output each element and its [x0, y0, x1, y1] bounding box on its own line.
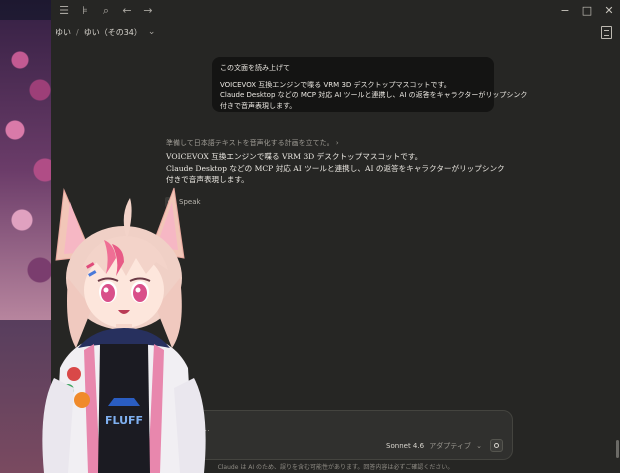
- user-message-line: VOICEVOX 互換エンジンで喋る VRM 3D デスクトップマスコットです。: [220, 80, 451, 89]
- assistant-message-line: 付きで音声表現します。: [166, 175, 249, 184]
- assistant-message-line: VOICEVOX 互換エンジンで喋る VRM 3D デスクトップマスコットです。: [166, 152, 423, 161]
- model-mode: アダプティブ: [429, 442, 471, 450]
- back-arrow-icon[interactable]: ←: [119, 3, 135, 19]
- close-button[interactable]: ✕: [598, 0, 620, 22]
- sidebar-icon[interactable]: ⊧: [77, 3, 93, 19]
- user-message-line: この文面を読み上げて: [220, 64, 290, 72]
- scrollbar[interactable]: [616, 440, 619, 458]
- svg-text:FLUFF: FLUFF: [105, 414, 143, 427]
- model-name: Sonnet 4.6: [386, 442, 425, 450]
- window-controls: − □ ✕: [554, 0, 620, 22]
- chevron-down-icon[interactable]: ⌄: [148, 27, 156, 37]
- breadcrumb: ゆい / ゆい（その34） ⌄: [51, 22, 620, 42]
- breadcrumb-conversation-title[interactable]: ゆい（その34）: [84, 27, 142, 38]
- assistant-message-line: Claude Desktop などの MCP 対応 AI ツールと連携し、AI …: [166, 163, 505, 173]
- search-icon[interactable]: ⌕: [98, 3, 114, 19]
- vrm-mascot-character[interactable]: FLUFF: [34, 178, 214, 473]
- maximize-button[interactable]: □: [576, 0, 598, 22]
- voice-mode-button[interactable]: [490, 439, 503, 452]
- chevron-down-icon: ⌄: [476, 442, 482, 450]
- chevron-right-icon: ›: [335, 139, 339, 147]
- thinking-summary-toggle[interactable]: 準備して日本語テキストを音声化する計画を立てた。 ›: [166, 138, 339, 148]
- breadcrumb-project[interactable]: ゆい: [55, 27, 71, 38]
- thinking-summary-text: 準備して日本語テキストを音声化する計画を立てた。: [166, 139, 334, 147]
- forward-arrow-icon[interactable]: →: [140, 3, 156, 19]
- user-message-bubble: この文面を読み上げて VOICEVOX 互換エンジンで喋る VRM 3D デスク…: [212, 57, 528, 112]
- breadcrumb-separator: /: [76, 27, 79, 37]
- user-message-line: Claude Desktop などの MCP 対応 AI ツールと連携し、AI …: [220, 91, 528, 99]
- minimize-button[interactable]: −: [554, 0, 576, 22]
- title-bar: ☰ ⊧ ⌕ ← → − □ ✕: [51, 0, 620, 22]
- model-selector[interactable]: Sonnet 4.6 アダプティブ ⌄: [386, 441, 482, 451]
- menu-icon[interactable]: ☰: [56, 3, 72, 19]
- document-icon[interactable]: [601, 26, 612, 39]
- assistant-message: VOICEVOX 互換エンジンで喋る VRM 3D デスクトップマスコットです。…: [166, 151, 506, 186]
- user-message-line: 付きで音声表現します。: [220, 101, 297, 110]
